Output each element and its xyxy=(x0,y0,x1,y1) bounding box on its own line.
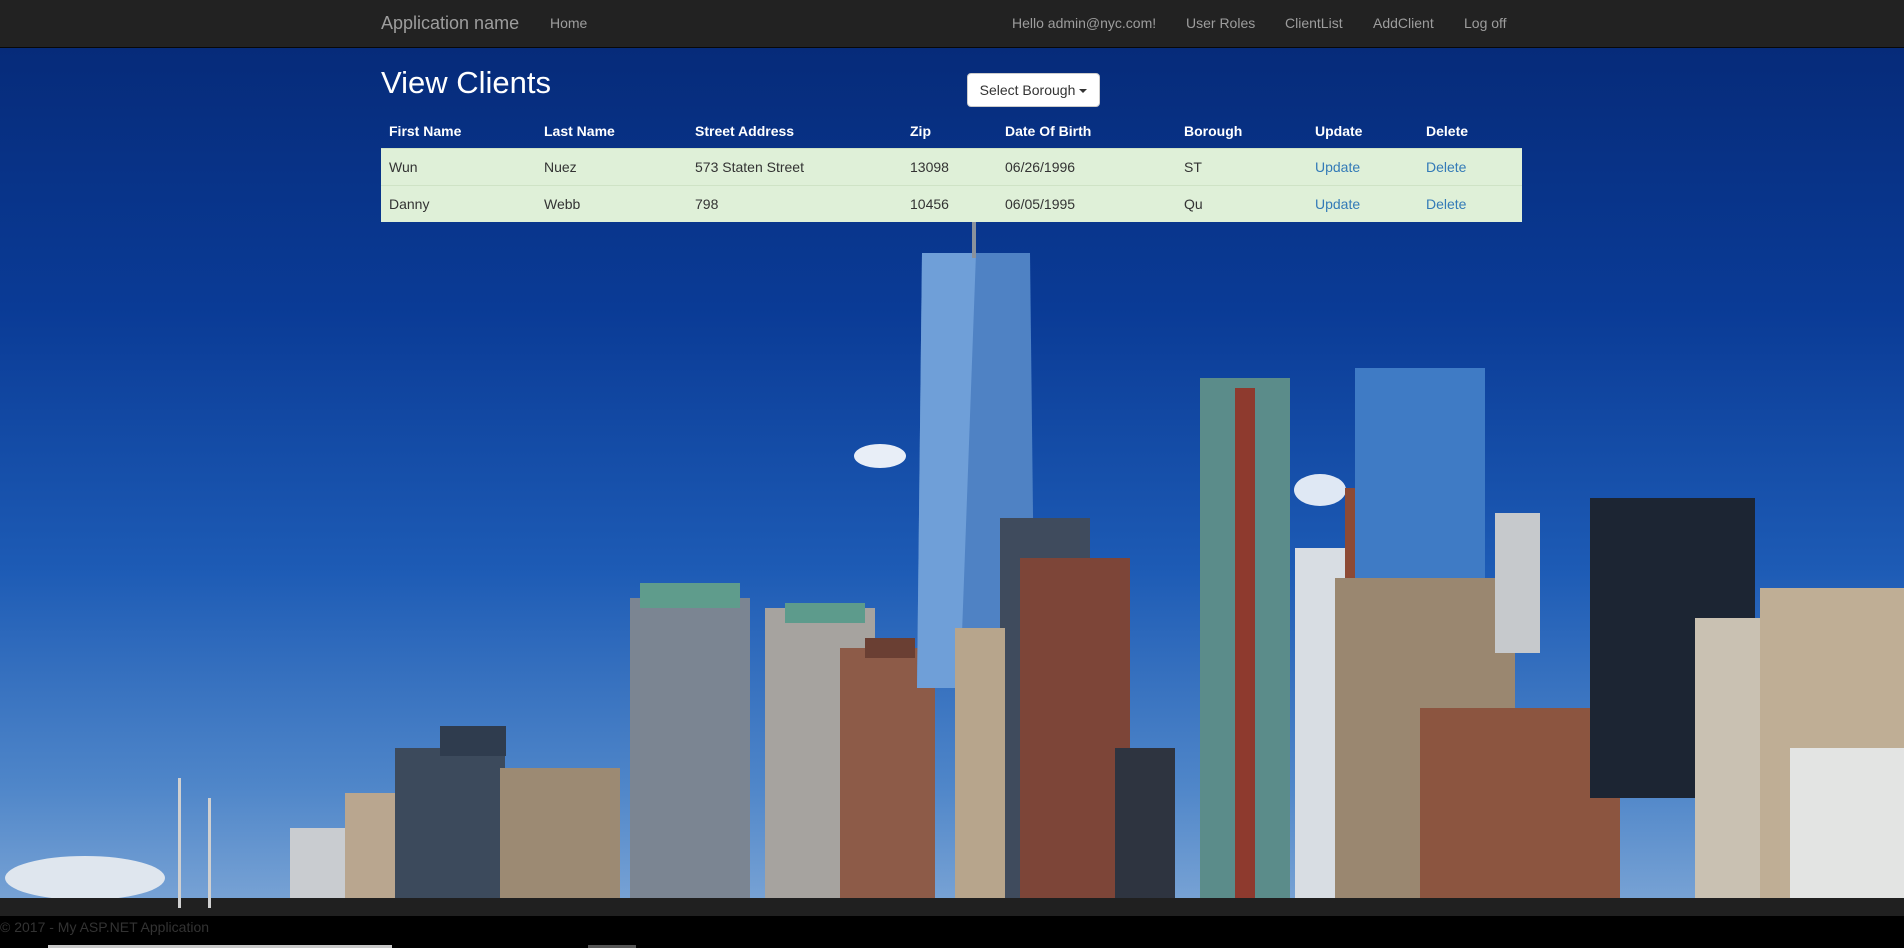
cell-update: Update xyxy=(1307,184,1418,222)
cell-date-of-birth: 06/05/1995 xyxy=(997,184,1176,222)
update-link[interactable]: Update xyxy=(1315,196,1360,212)
cell-street-address: 573 Staten Street xyxy=(687,147,902,185)
nav-log-off-link[interactable]: Log off xyxy=(1464,15,1507,31)
header-update: Update xyxy=(1315,122,1363,139)
nav-user-greeting-link[interactable]: Hello admin@nyc.com! xyxy=(1012,15,1156,31)
footer-copyright: © 2017 - My ASP.NET Application xyxy=(0,919,210,935)
delete-link[interactable]: Delete xyxy=(1426,196,1466,212)
update-link[interactable]: Update xyxy=(1315,159,1360,175)
cell-delete: Delete xyxy=(1418,184,1522,222)
table-header-row: First Name Last Name Street Address Zip … xyxy=(381,114,1522,148)
header-first-name: First Name xyxy=(389,122,462,139)
cell-borough: ST xyxy=(1176,147,1307,185)
cell-first-name: Danny xyxy=(381,184,536,222)
nav-client-list-link[interactable]: ClientList xyxy=(1285,15,1343,31)
cell-borough: Qu xyxy=(1176,184,1307,222)
header-street-address: Street Address xyxy=(695,122,795,139)
header-borough: Borough xyxy=(1184,122,1243,139)
select-borough-dropdown[interactable]: Select Borough xyxy=(967,73,1100,107)
table-row: Wun Nuez 573 Staten Street 13098 06/26/1… xyxy=(381,147,1522,185)
delete-link[interactable]: Delete xyxy=(1426,159,1466,175)
page-footer: © 2017 - My ASP.NET Application xyxy=(0,916,1904,948)
cell-last-name: Nuez xyxy=(536,147,687,185)
cell-last-name: Webb xyxy=(536,184,687,222)
nav-user-roles-link[interactable]: User Roles xyxy=(1186,15,1255,31)
clients-table: First Name Last Name Street Address Zip … xyxy=(381,114,1522,222)
header-zip: Zip xyxy=(910,122,931,139)
page-title: View Clients xyxy=(381,65,552,100)
select-borough-label: Select Borough xyxy=(979,82,1076,98)
header-last-name: Last Name xyxy=(544,122,615,139)
cell-zip: 13098 xyxy=(902,147,997,185)
table-row: Danny Webb 798 10456 06/05/1995 Qu Updat… xyxy=(381,184,1522,222)
cell-update: Update xyxy=(1307,147,1418,185)
header-delete: Delete xyxy=(1426,122,1469,139)
brand-link[interactable]: Application name xyxy=(381,13,519,34)
cell-first-name: Wun xyxy=(381,147,536,185)
cell-street-address: 798 xyxy=(687,184,902,222)
nav-add-client-link[interactable]: AddClient xyxy=(1373,15,1434,31)
caret-down-icon xyxy=(1079,89,1088,93)
header-date-of-birth: Date Of Birth xyxy=(1005,122,1092,139)
cell-date-of-birth: 06/26/1996 xyxy=(997,147,1176,185)
nav-home-link[interactable]: Home xyxy=(550,15,587,31)
top-navbar: Application name Home Hello admin@nyc.co… xyxy=(0,0,1904,48)
cell-delete: Delete xyxy=(1418,147,1522,185)
cell-zip: 10456 xyxy=(902,184,997,222)
